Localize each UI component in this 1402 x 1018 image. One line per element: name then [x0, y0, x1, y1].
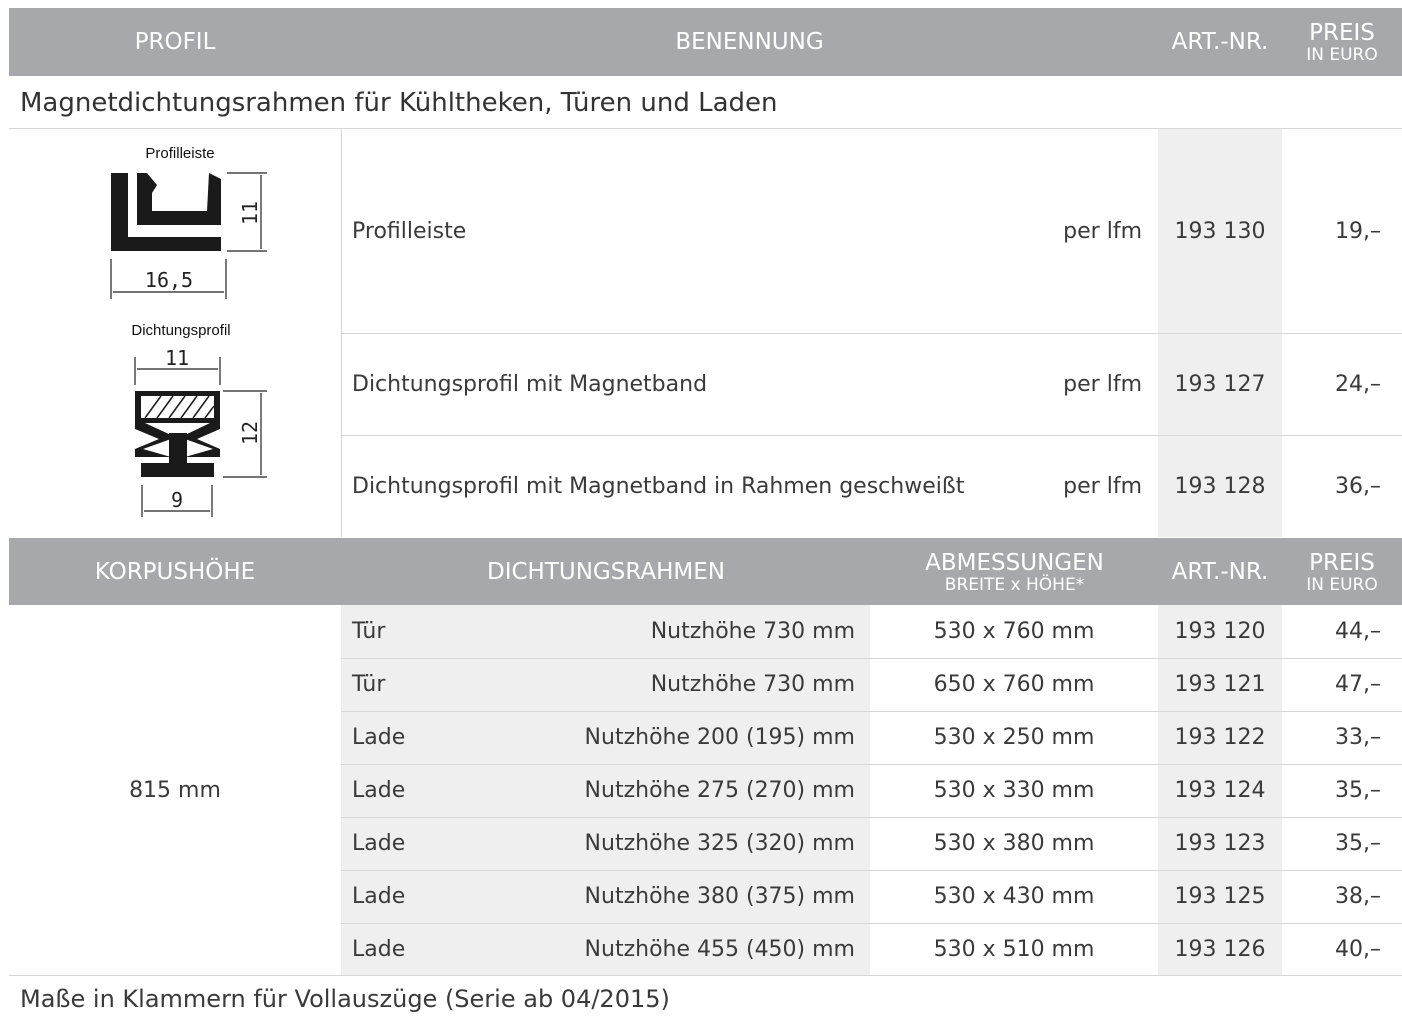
- frame-price: 47,–: [1335, 672, 1381, 697]
- frame-dimensions: 530 x 430 mm: [933, 884, 1095, 909]
- frame-price: 33,–: [1335, 725, 1381, 750]
- frame-type: Lade: [352, 725, 406, 750]
- col-header-korpus: KORPUSHÖHE: [94, 558, 256, 585]
- frame-type: Tür: [352, 672, 386, 697]
- frame-artnr: 193 121: [1174, 672, 1266, 697]
- profilleiste-height: 11: [238, 201, 262, 225]
- profilleiste-shape: [111, 173, 221, 251]
- frame-artnr: 193 126: [1174, 937, 1266, 962]
- col-header-benennung: BENENNUNG: [675, 29, 824, 55]
- product-unit: per lfm: [1063, 474, 1142, 499]
- col-header-artnr: ART.-NR.: [1171, 558, 1269, 585]
- frame-dimensions: 530 x 250 mm: [933, 725, 1095, 750]
- frame-dimensions: 530 x 330 mm: [933, 778, 1095, 803]
- frame-nutzhoehe: Nutzhöhe 275 (270) mm: [584, 778, 855, 803]
- frame-artnr: 193 122: [1174, 725, 1266, 750]
- frame-artnr: 193 123: [1174, 831, 1266, 856]
- section-title: Magnetdichtungsrahmen für Kühltheken, Tü…: [20, 88, 778, 118]
- product-name: Profilleiste: [352, 218, 467, 244]
- dichtungsprofil-caption: Dichtungsprofil: [131, 322, 230, 339]
- frame-nutzhoehe: Nutzhöhe 200 (195) mm: [584, 725, 855, 750]
- frame-price: 35,–: [1335, 778, 1381, 803]
- col-header-abmessungen: ABMESSUNGEN BREITE x HÖHE*: [925, 549, 1104, 595]
- profile-drawings: Profilleiste 11 16,5 Dichtungsprofil 11 …: [110, 145, 267, 517]
- frame-artnr: 193 124: [1174, 778, 1266, 803]
- product-name: Dichtungsprofil mit Magnetband: [352, 372, 708, 397]
- frame-dimensions: 650 x 760 mm: [933, 672, 1095, 697]
- frame-nutzhoehe: Nutzhöhe 730 mm: [650, 619, 855, 644]
- frame-nutzhoehe: Nutzhöhe 455 (450) mm: [584, 937, 855, 962]
- frame-type: Lade: [352, 831, 406, 856]
- frame-type: Tür: [352, 619, 386, 644]
- dichtungsprofil-height: 12: [238, 421, 262, 445]
- profilleiste-width: 16,5: [145, 268, 193, 292]
- frame-artnr: 193 125: [1174, 884, 1266, 909]
- frame-dimensions: 530 x 760 mm: [933, 619, 1095, 644]
- frame-price: 40,–: [1335, 937, 1381, 962]
- product-price: 19,–: [1335, 218, 1381, 244]
- korpus-value: 815 mm: [129, 777, 221, 803]
- table-header-profile: PROFIL BENENNUNG ART.-NR. PREIS IN EURO: [9, 8, 1402, 76]
- table-header-frames: KORPUSHÖHE DICHTUNGSRAHMEN ABMESSUNGEN BR…: [9, 538, 1402, 605]
- product-unit: per lfm: [1063, 218, 1142, 244]
- frame-dimensions: 530 x 380 mm: [933, 831, 1095, 856]
- frame-dimensions: 530 x 510 mm: [933, 937, 1095, 962]
- col-header-rahmen: DICHTUNGSRAHMEN: [486, 558, 726, 585]
- col-header-preis: PREIS IN EURO: [1306, 20, 1378, 65]
- frame-nutzhoehe: Nutzhöhe 325 (320) mm: [584, 831, 855, 856]
- profile-drawing-area: Profilleiste 11 16,5 Dichtungsprofil 11 …: [9, 129, 341, 537]
- dichtungsprofil-bottom-width: 9: [171, 488, 183, 512]
- dichtungsprofil-top-width: 11: [165, 346, 189, 370]
- frame-type: Lade: [352, 937, 406, 962]
- frame-nutzhoehe: Nutzhöhe 380 (375) mm: [584, 884, 855, 909]
- frame-artnr: 193 120: [1174, 619, 1266, 644]
- frame-price: 35,–: [1335, 831, 1381, 856]
- product-price: 24,–: [1335, 372, 1381, 397]
- product-unit: per lfm: [1063, 372, 1142, 397]
- frame-price: 44,–: [1335, 619, 1381, 644]
- frame-type: Lade: [352, 884, 406, 909]
- col-header-preis: PREIS IN EURO: [1306, 549, 1378, 595]
- col-header-profil: PROFIL: [134, 29, 216, 55]
- product-artnr: 193 130: [1174, 218, 1266, 244]
- product-artnr: 193 127: [1174, 372, 1266, 397]
- frame-price: 38,–: [1335, 884, 1381, 909]
- footnote: Maße in Klammern für Vollauszüge (Serie …: [20, 985, 670, 1013]
- product-name: Dichtungsprofil mit Magnetband in Rahmen…: [352, 474, 965, 499]
- dichtungsprofil-shape: [135, 391, 220, 477]
- col-header-artnr: ART.-NR.: [1171, 29, 1269, 55]
- divider: [9, 975, 1402, 976]
- profilleiste-caption: Profilleiste: [145, 145, 214, 162]
- product-price: 36,–: [1335, 474, 1381, 499]
- product-artnr: 193 128: [1174, 474, 1266, 499]
- frame-type: Lade: [352, 778, 406, 803]
- frame-nutzhoehe: Nutzhöhe 730 mm: [650, 672, 855, 697]
